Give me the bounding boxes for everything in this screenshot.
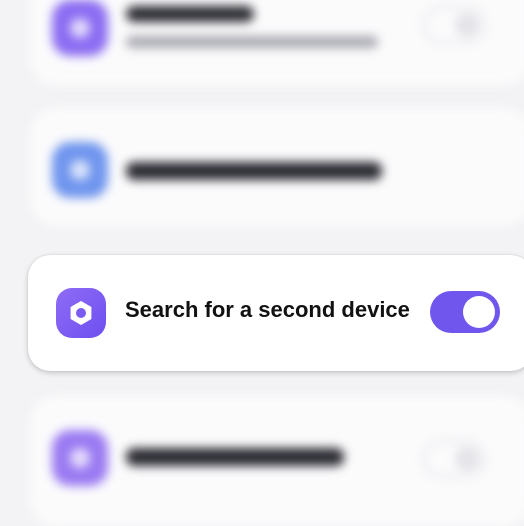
blurred-setting-icon bbox=[52, 0, 108, 56]
setting-title: Search for a second device bbox=[125, 297, 410, 322]
blurred-setting-icon bbox=[52, 430, 108, 486]
blurred-setting-card-3 bbox=[30, 396, 524, 526]
search-second-device-setting[interactable]: Search for a second device bbox=[28, 255, 524, 371]
blurred-toggle bbox=[422, 6, 486, 44]
blurred-toggle bbox=[422, 440, 486, 478]
toggle-knob bbox=[463, 296, 495, 328]
blurred-setting-card-1 bbox=[30, 0, 524, 85]
blurred-setting-title bbox=[126, 448, 344, 466]
blurred-setting-title bbox=[126, 162, 382, 180]
gear-glyph bbox=[70, 301, 92, 325]
blurred-setting-icon bbox=[52, 142, 108, 198]
search-second-device-toggle[interactable] bbox=[430, 291, 500, 333]
blurred-setting-title bbox=[126, 6, 254, 22]
blurred-setting-subtitle bbox=[126, 36, 378, 48]
blurred-setting-card-2 bbox=[30, 108, 524, 226]
gear-icon bbox=[56, 288, 106, 338]
